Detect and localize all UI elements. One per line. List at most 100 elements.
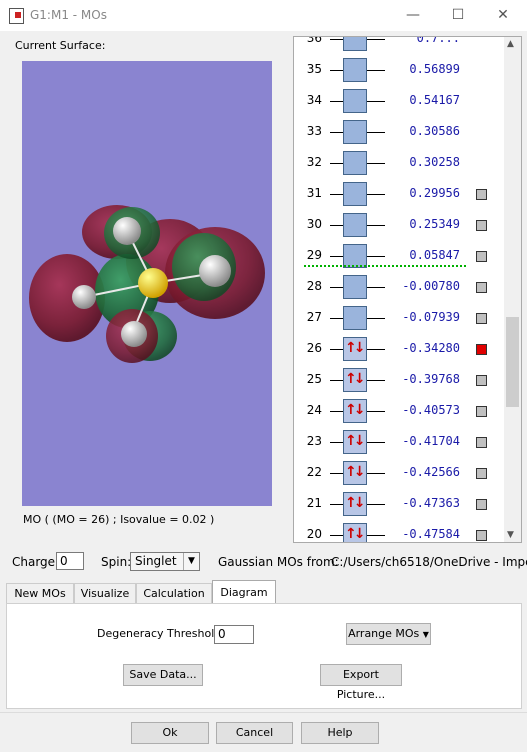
spin-label: Spin:: [101, 555, 132, 569]
mo-row[interactable]: 23 -0.41704: [294, 427, 504, 458]
mo-number: 26: [306, 341, 322, 355]
mo-row[interactable]: 21 -0.47363: [294, 489, 504, 520]
mo-caption: MO ( (MO = 26) ; Isovalue = 0.02 ): [23, 513, 215, 526]
charge-label: Charge:: [12, 555, 60, 569]
mo-visibility-checkbox[interactable]: [476, 189, 487, 200]
dropdown-arrow-icon: ▼: [422, 630, 429, 639]
help-button[interactable]: Help: [301, 722, 379, 744]
mo-row[interactable]: 28 -0.00780: [294, 272, 504, 303]
virtual-orbital-icon[interactable]: [343, 151, 367, 175]
scroll-down-icon[interactable]: ▼: [507, 530, 514, 540]
tab-visualize[interactable]: Visualize: [74, 583, 136, 604]
tab-new-mos[interactable]: New MOs: [6, 583, 74, 604]
maximize-button[interactable]: ☐: [443, 4, 473, 26]
mo-number: 27: [306, 310, 322, 324]
mo-row[interactable]: 25 -0.39768: [294, 365, 504, 396]
minimize-button[interactable]: —: [398, 4, 428, 26]
arrange-mos-button[interactable]: Arrange MOs ▼: [346, 623, 431, 645]
molecule-viewport[interactable]: [22, 61, 272, 506]
mo-row[interactable]: 31 0.29956: [294, 179, 504, 210]
virtual-orbital-icon[interactable]: [343, 120, 367, 144]
virtual-orbital-icon[interactable]: [343, 182, 367, 206]
mo-number: 23: [306, 434, 322, 448]
tab-diagram[interactable]: Diagram: [212, 580, 276, 605]
save-data-button[interactable]: Save Data...: [123, 664, 203, 686]
gaussian-file-path: C:/Users/ch6518/OneDrive - Imperi: [331, 555, 527, 569]
virtual-orbital-icon[interactable]: [343, 58, 367, 82]
mo-visibility-checkbox[interactable]: [476, 282, 487, 293]
mo-energy: 0.56899: [409, 62, 460, 76]
degeneracy-threshold-label: Degeneracy Threshold:: [97, 627, 225, 640]
title-bar: G1:M1 - MOs — ☐ ✕: [0, 0, 527, 31]
chevron-down-icon[interactable]: ▼: [183, 553, 199, 570]
mo-visibility-checkbox[interactable]: [476, 375, 487, 386]
mo-number: 24: [306, 403, 322, 417]
occupied-orbital-icon[interactable]: [343, 368, 367, 392]
mo-number: 31: [306, 186, 322, 200]
ok-button[interactable]: Ok: [131, 722, 209, 744]
mo-row[interactable]: 20 -0.47584: [294, 520, 504, 542]
export-picture-button[interactable]: Export Picture...: [320, 664, 402, 701]
mo-row[interactable]: 24 -0.40573: [294, 396, 504, 427]
occupied-orbital-icon[interactable]: [343, 492, 367, 516]
mo-visibility-checkbox[interactable]: [476, 344, 487, 355]
mo-visibility-checkbox[interactable]: [476, 313, 487, 324]
mo-scrollbar[interactable]: ▲ ▼: [504, 37, 521, 542]
spin-value: Singlet: [135, 554, 177, 568]
virtual-orbital-icon[interactable]: [343, 89, 367, 113]
mo-number: 29: [306, 248, 322, 262]
mo-visibility-checkbox[interactable]: [476, 468, 487, 479]
mo-row[interactable]: 29 0.05847: [294, 241, 504, 272]
window-title: G1:M1 - MOs: [30, 8, 107, 22]
mo-row[interactable]: 35 0.56899: [294, 55, 504, 86]
mo-number: 32: [306, 155, 322, 169]
degeneracy-threshold-input[interactable]: 0: [214, 625, 254, 644]
mo-row[interactable]: 33 0.30586: [294, 117, 504, 148]
mo-row[interactable]: 30 0.25349: [294, 210, 504, 241]
virtual-orbital-icon[interactable]: [343, 275, 367, 299]
mo-energy: -0.47363: [402, 496, 460, 510]
molecule-render: [29, 205, 265, 363]
mo-visibility-checkbox[interactable]: [476, 220, 487, 231]
scroll-up-icon[interactable]: ▲: [507, 39, 514, 49]
arrange-mos-label: Arrange MOs: [348, 627, 420, 640]
mo-visibility-checkbox[interactable]: [476, 437, 487, 448]
close-button[interactable]: ✕: [488, 4, 518, 26]
mo-number: 34: [306, 93, 322, 107]
mo-visibility-checkbox[interactable]: [476, 499, 487, 510]
mo-number: 28: [306, 279, 322, 293]
mo-visibility-checkbox[interactable]: [476, 530, 487, 541]
mo-energy: -0.00780: [402, 279, 460, 293]
mo-energy: 0.05847: [409, 248, 460, 262]
virtual-orbital-icon[interactable]: [343, 213, 367, 237]
mo-energy: 0.25349: [409, 217, 460, 231]
mo-number: 20: [306, 527, 322, 541]
occupied-orbital-icon[interactable]: [343, 461, 367, 485]
mo-energy: -0.07939: [402, 310, 460, 324]
occupied-orbital-icon[interactable]: [343, 399, 367, 423]
virtual-orbital-icon[interactable]: [343, 37, 367, 51]
mo-visibility-checkbox[interactable]: [476, 251, 487, 262]
app-icon: [9, 8, 24, 24]
spin-select[interactable]: Singlet ▼: [130, 552, 200, 571]
mo-row[interactable]: 22 -0.42566: [294, 458, 504, 489]
cancel-button[interactable]: Cancel: [216, 722, 293, 744]
occupied-orbital-icon[interactable]: [343, 523, 367, 542]
mo-row[interactable]: 34 0.54167: [294, 86, 504, 117]
mo-visibility-checkbox[interactable]: [476, 406, 487, 417]
mo-row[interactable]: 36 0.7...: [294, 36, 504, 55]
tab-calculation[interactable]: Calculation: [136, 583, 212, 604]
virtual-orbital-icon[interactable]: [343, 306, 367, 330]
mo-energy: -0.42566: [402, 465, 460, 479]
mo-row[interactable]: 26 -0.34280: [294, 334, 504, 365]
charge-input[interactable]: 0: [56, 552, 84, 570]
occupied-orbital-icon[interactable]: [343, 337, 367, 361]
mo-number: 21: [306, 496, 322, 510]
mo-energy: -0.41704: [402, 434, 460, 448]
mo-row[interactable]: 27 -0.07939: [294, 303, 504, 334]
mo-energy: 0.7...: [416, 36, 460, 45]
scroll-thumb[interactable]: [506, 317, 519, 407]
mo-diagram-panel[interactable]: 36 0.7... 35 0.56899 34 0.54167 33 0.30586 32 0.3…: [293, 36, 522, 543]
occupied-orbital-icon[interactable]: [343, 430, 367, 454]
mo-row[interactable]: 32 0.30258: [294, 148, 504, 179]
